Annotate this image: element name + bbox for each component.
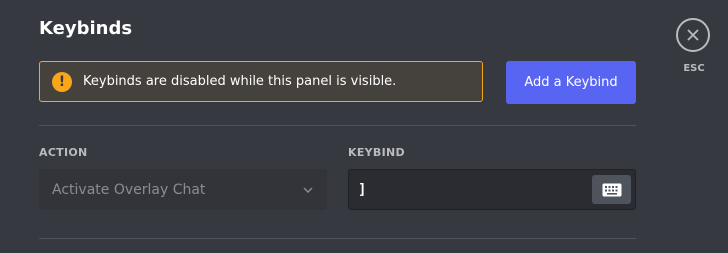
- divider: [39, 125, 636, 126]
- action-select-value: Activate Overlay Chat: [52, 181, 206, 198]
- close-button[interactable]: [676, 18, 710, 52]
- keybind-value: ]: [358, 181, 367, 198]
- close-icon: [687, 29, 699, 41]
- action-select[interactable]: Activate Overlay Chat: [39, 169, 327, 210]
- keyboard-icon: [602, 183, 621, 196]
- keybinds-settings-panel: Keybinds ! Keybinds are disabled while t…: [0, 0, 728, 253]
- keybind-input[interactable]: ]: [348, 169, 636, 210]
- page-title: Keybinds: [39, 18, 133, 39]
- add-keybind-button[interactable]: Add a Keybind: [506, 61, 636, 104]
- record-keybind-button[interactable]: [592, 175, 631, 204]
- warning-icon: !: [52, 71, 72, 92]
- keybinds-disabled-warning: ! Keybinds are disabled while this panel…: [39, 61, 483, 102]
- warning-text: Keybinds are disabled while this panel i…: [83, 74, 397, 89]
- column-header-keybind: KEYBIND: [348, 146, 405, 159]
- esc-label: ESC: [683, 63, 705, 74]
- chevron-down-icon: [303, 185, 313, 195]
- divider: [39, 238, 636, 239]
- column-header-action: ACTION: [39, 146, 88, 159]
